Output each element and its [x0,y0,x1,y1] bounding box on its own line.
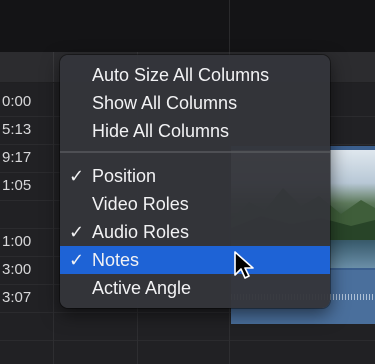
menu-item-audio-roles[interactable]: ✓ Audio Roles [60,218,330,246]
toolbar-divider [229,0,230,52]
menu-item-label: Audio Roles [92,222,190,242]
timecode-cell[interactable]: 3:00 [0,256,62,284]
menu-item-show-all-columns[interactable]: Show All Columns [60,89,330,117]
menu-item-label: Active Angle [92,278,192,298]
timeline-index-window: 0:00 5:13 9:17 1:05 1:00 3:00 3:07 Auto … [0,0,375,364]
menu-item-label: Hide All Columns [92,121,230,141]
menu-item-active-angle[interactable]: Active Angle [60,274,330,302]
timecode-cell[interactable]: 9:17 [0,144,62,172]
timecode-cell[interactable]: 3:07 [0,284,62,312]
menu-item-video-roles[interactable]: Video Roles [60,190,330,218]
header-column-divider[interactable] [53,52,54,82]
menu-item-label: Show All Columns [92,93,238,113]
checkmark-icon: ✓ [69,166,85,186]
top-toolbar-area [0,0,375,52]
timecode-cell[interactable]: 5:13 [0,116,62,144]
menu-item-auto-size-all-columns[interactable]: Auto Size All Columns [60,61,330,89]
arrow-pointer-icon [234,251,254,279]
menu-item-label: Position [92,166,157,186]
row-divider [0,340,375,341]
column-context-menu: Auto Size All Columns Show All Columns H… [60,55,330,308]
menu-item-notes[interactable]: ✓ Notes [60,246,330,274]
menu-separator [60,151,330,153]
checkmark-icon: ✓ [69,222,85,242]
menu-item-hide-all-columns[interactable]: Hide All Columns [60,117,330,145]
menu-item-label: Notes [92,250,140,270]
menu-item-label: Video Roles [92,194,189,214]
menu-item-label: Auto Size All Columns [92,65,270,85]
checkmark-icon: ✓ [69,250,85,270]
timecode-cell[interactable]: 1:05 [0,172,62,200]
menu-item-position[interactable]: ✓ Position [60,162,330,190]
timecode-cell[interactable]: 1:00 [0,228,62,256]
timecode-cell[interactable]: 0:00 [0,88,62,116]
